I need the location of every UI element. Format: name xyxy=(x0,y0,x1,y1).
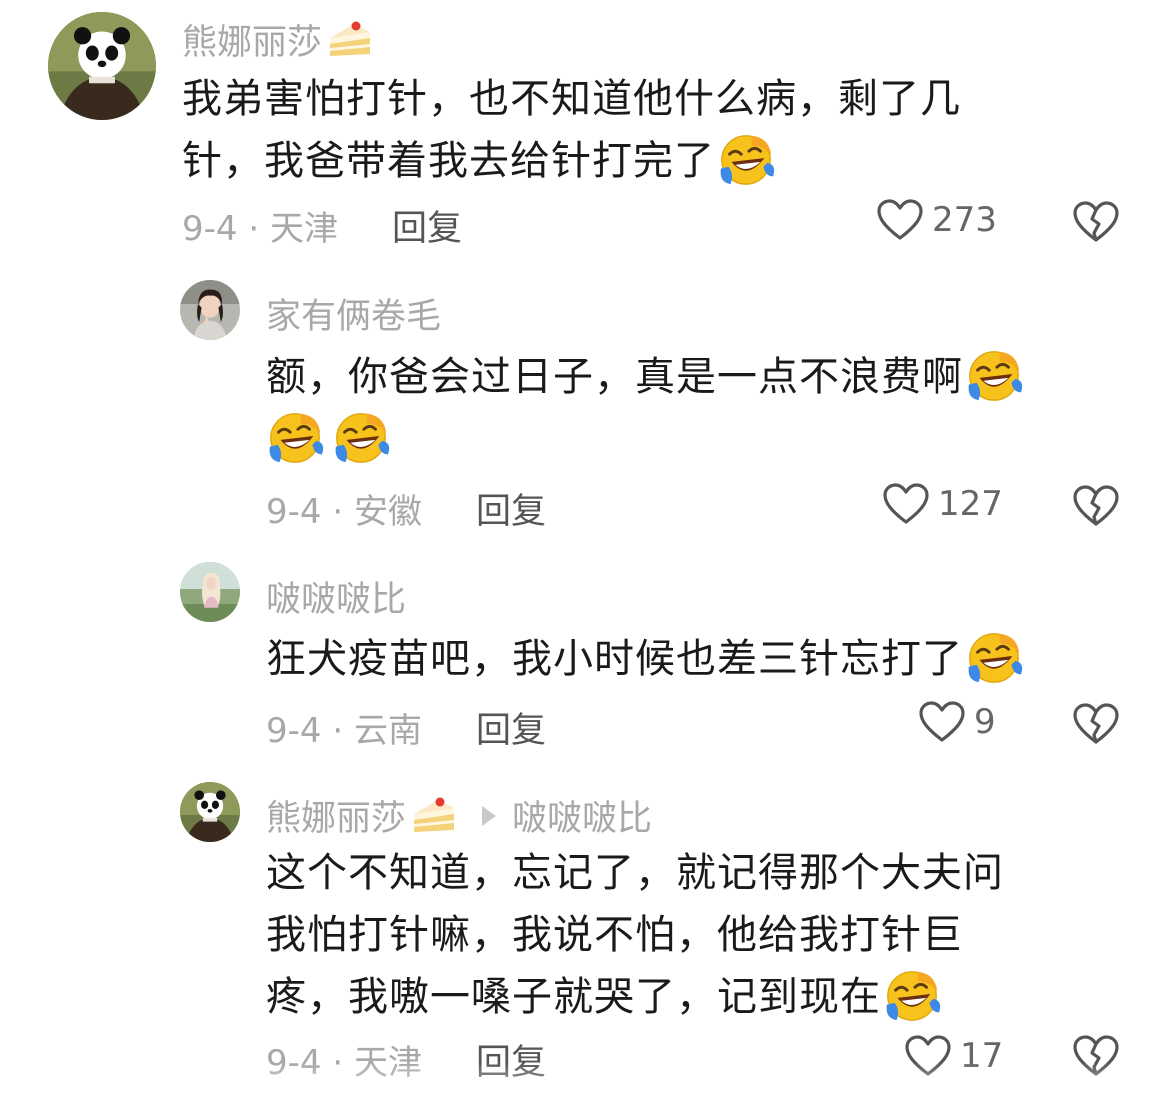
like-count: 9 xyxy=(974,702,996,742)
laugh-cry-emoji-icon xyxy=(332,408,390,466)
date-location: 9-4 · 云南 xyxy=(266,711,422,751)
like-button[interactable]: 273 xyxy=(876,198,997,242)
laugh-cry-emoji-icon xyxy=(266,408,324,466)
comment-author[interactable]: 啵啵啵比 xyxy=(266,571,406,622)
reply-button[interactable]: 回复 xyxy=(476,483,546,534)
laugh-cry-emoji-icon xyxy=(965,628,1023,686)
comment-text: 额，你爸会过日子，真是一点不浪费啊 xyxy=(266,346,1023,470)
date-location: 9-4 · 天津 xyxy=(182,209,338,249)
comment-author[interactable]: 熊娜丽莎 啵啵啵比 xyxy=(266,790,652,841)
panda-avatar-icon[interactable] xyxy=(180,782,240,842)
laugh-cry-emoji-icon xyxy=(883,966,941,1024)
comment-text: 狂犬疫苗吧，我小时候也差三针忘打了 xyxy=(266,628,1023,690)
like-count: 127 xyxy=(938,484,1003,524)
comment-meta: 9-4 · 安徽 回复 xyxy=(266,483,546,534)
dislike-icon[interactable] xyxy=(1072,702,1120,746)
date-location: 9-4 · 安徽 xyxy=(266,492,422,532)
reply-button[interactable]: 回复 xyxy=(392,200,462,251)
comment-text: 这个不知道，忘记了，就记得那个大夫问 我怕打针嘛，我说不怕，他给我打针巨 疼，我… xyxy=(266,842,1004,1028)
cake-icon xyxy=(326,20,374,60)
comment-author[interactable]: 家有俩卷毛 xyxy=(266,288,441,339)
dislike-icon[interactable] xyxy=(1072,484,1120,528)
comment-author[interactable]: 熊娜丽莎 xyxy=(182,14,374,65)
heart-icon xyxy=(882,482,930,526)
like-button[interactable]: 9 xyxy=(918,700,996,744)
panda-avatar-icon[interactable] xyxy=(48,12,156,120)
cake-icon xyxy=(410,796,458,836)
reply-button[interactable]: 回复 xyxy=(476,702,546,753)
like-count: 273 xyxy=(932,200,997,240)
reply-arrow-icon xyxy=(482,805,497,826)
laugh-cry-emoji-icon xyxy=(965,346,1023,404)
comment-meta: 9-4 · 天津 回复 xyxy=(182,200,462,251)
comment-text: 我弟害怕打针，也不知道他什么病，剩了几 针，我爸带着我去给针打完了 xyxy=(182,68,961,192)
girl-avatar-icon[interactable] xyxy=(180,562,240,622)
heart-icon xyxy=(918,700,966,744)
dislike-icon[interactable] xyxy=(1072,200,1120,244)
heart-icon xyxy=(876,198,924,242)
woman-avatar-icon[interactable] xyxy=(180,280,240,340)
bottom-fade xyxy=(0,1062,1170,1110)
comment-meta: 9-4 · 云南 回复 xyxy=(266,702,546,753)
like-button[interactable]: 127 xyxy=(882,482,1003,526)
reply-to-name[interactable]: 啵啵啵比 xyxy=(512,790,652,841)
laugh-cry-emoji-icon xyxy=(717,130,775,188)
